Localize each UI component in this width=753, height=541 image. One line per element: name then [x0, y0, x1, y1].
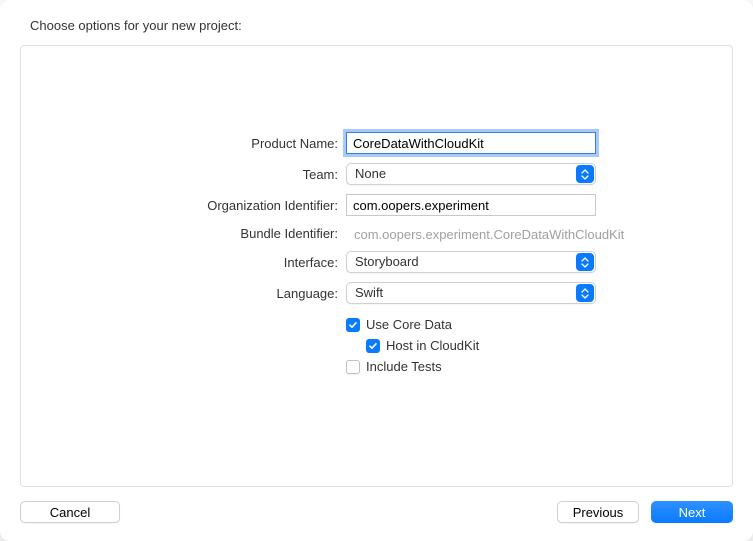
product-name-input[interactable] — [346, 132, 596, 154]
org-identifier-input[interactable] — [346, 194, 596, 216]
language-row: Language: Swift — [21, 282, 732, 304]
next-button[interactable]: Next — [651, 501, 733, 523]
include-tests-label: Include Tests — [366, 359, 442, 374]
host-cloudkit-checkbox[interactable] — [366, 339, 380, 353]
team-select[interactable]: None — [346, 163, 596, 185]
dialog-footer: Cancel Previous Next — [20, 487, 733, 523]
cancel-button[interactable]: Cancel — [20, 501, 120, 523]
interface-label: Interface: — [21, 255, 346, 270]
bundle-identifier-row: Bundle Identifier: com.oopers.experiment… — [21, 225, 732, 242]
checkbox-section: Use Core Data Host in CloudKit Include T… — [21, 313, 732, 374]
bundle-identifier-label: Bundle Identifier: — [21, 226, 346, 241]
product-name-row: Product Name: — [21, 132, 732, 154]
use-core-data-row: Use Core Data — [346, 317, 479, 332]
host-cloudkit-row: Host in CloudKit — [346, 338, 479, 353]
checkmark-icon — [348, 320, 358, 330]
previous-button[interactable]: Previous — [557, 501, 639, 523]
new-project-options-dialog: Choose options for your new project: Pro… — [0, 0, 753, 541]
dialog-heading: Choose options for your new project: — [20, 18, 733, 33]
use-core-data-checkbox[interactable] — [346, 318, 360, 332]
language-label: Language: — [21, 286, 346, 301]
checkmark-icon — [368, 341, 378, 351]
include-tests-row: Include Tests — [346, 359, 479, 374]
org-identifier-label: Organization Identifier: — [21, 198, 346, 213]
product-name-label: Product Name: — [21, 136, 346, 151]
interface-select[interactable]: Storyboard — [346, 251, 596, 273]
team-label: Team: — [21, 167, 346, 182]
options-form: Product Name: Team: None — [21, 132, 732, 374]
host-cloudkit-label: Host in CloudKit — [386, 338, 479, 353]
org-identifier-row: Organization Identifier: — [21, 194, 732, 216]
include-tests-checkbox[interactable] — [346, 360, 360, 374]
options-panel: Product Name: Team: None — [20, 45, 733, 487]
use-core-data-label: Use Core Data — [366, 317, 452, 332]
team-row: Team: None — [21, 163, 732, 185]
interface-row: Interface: Storyboard — [21, 251, 732, 273]
language-select[interactable]: Swift — [346, 282, 596, 304]
bundle-identifier-value: com.oopers.experiment.CoreDataWithCloudK… — [346, 225, 624, 242]
